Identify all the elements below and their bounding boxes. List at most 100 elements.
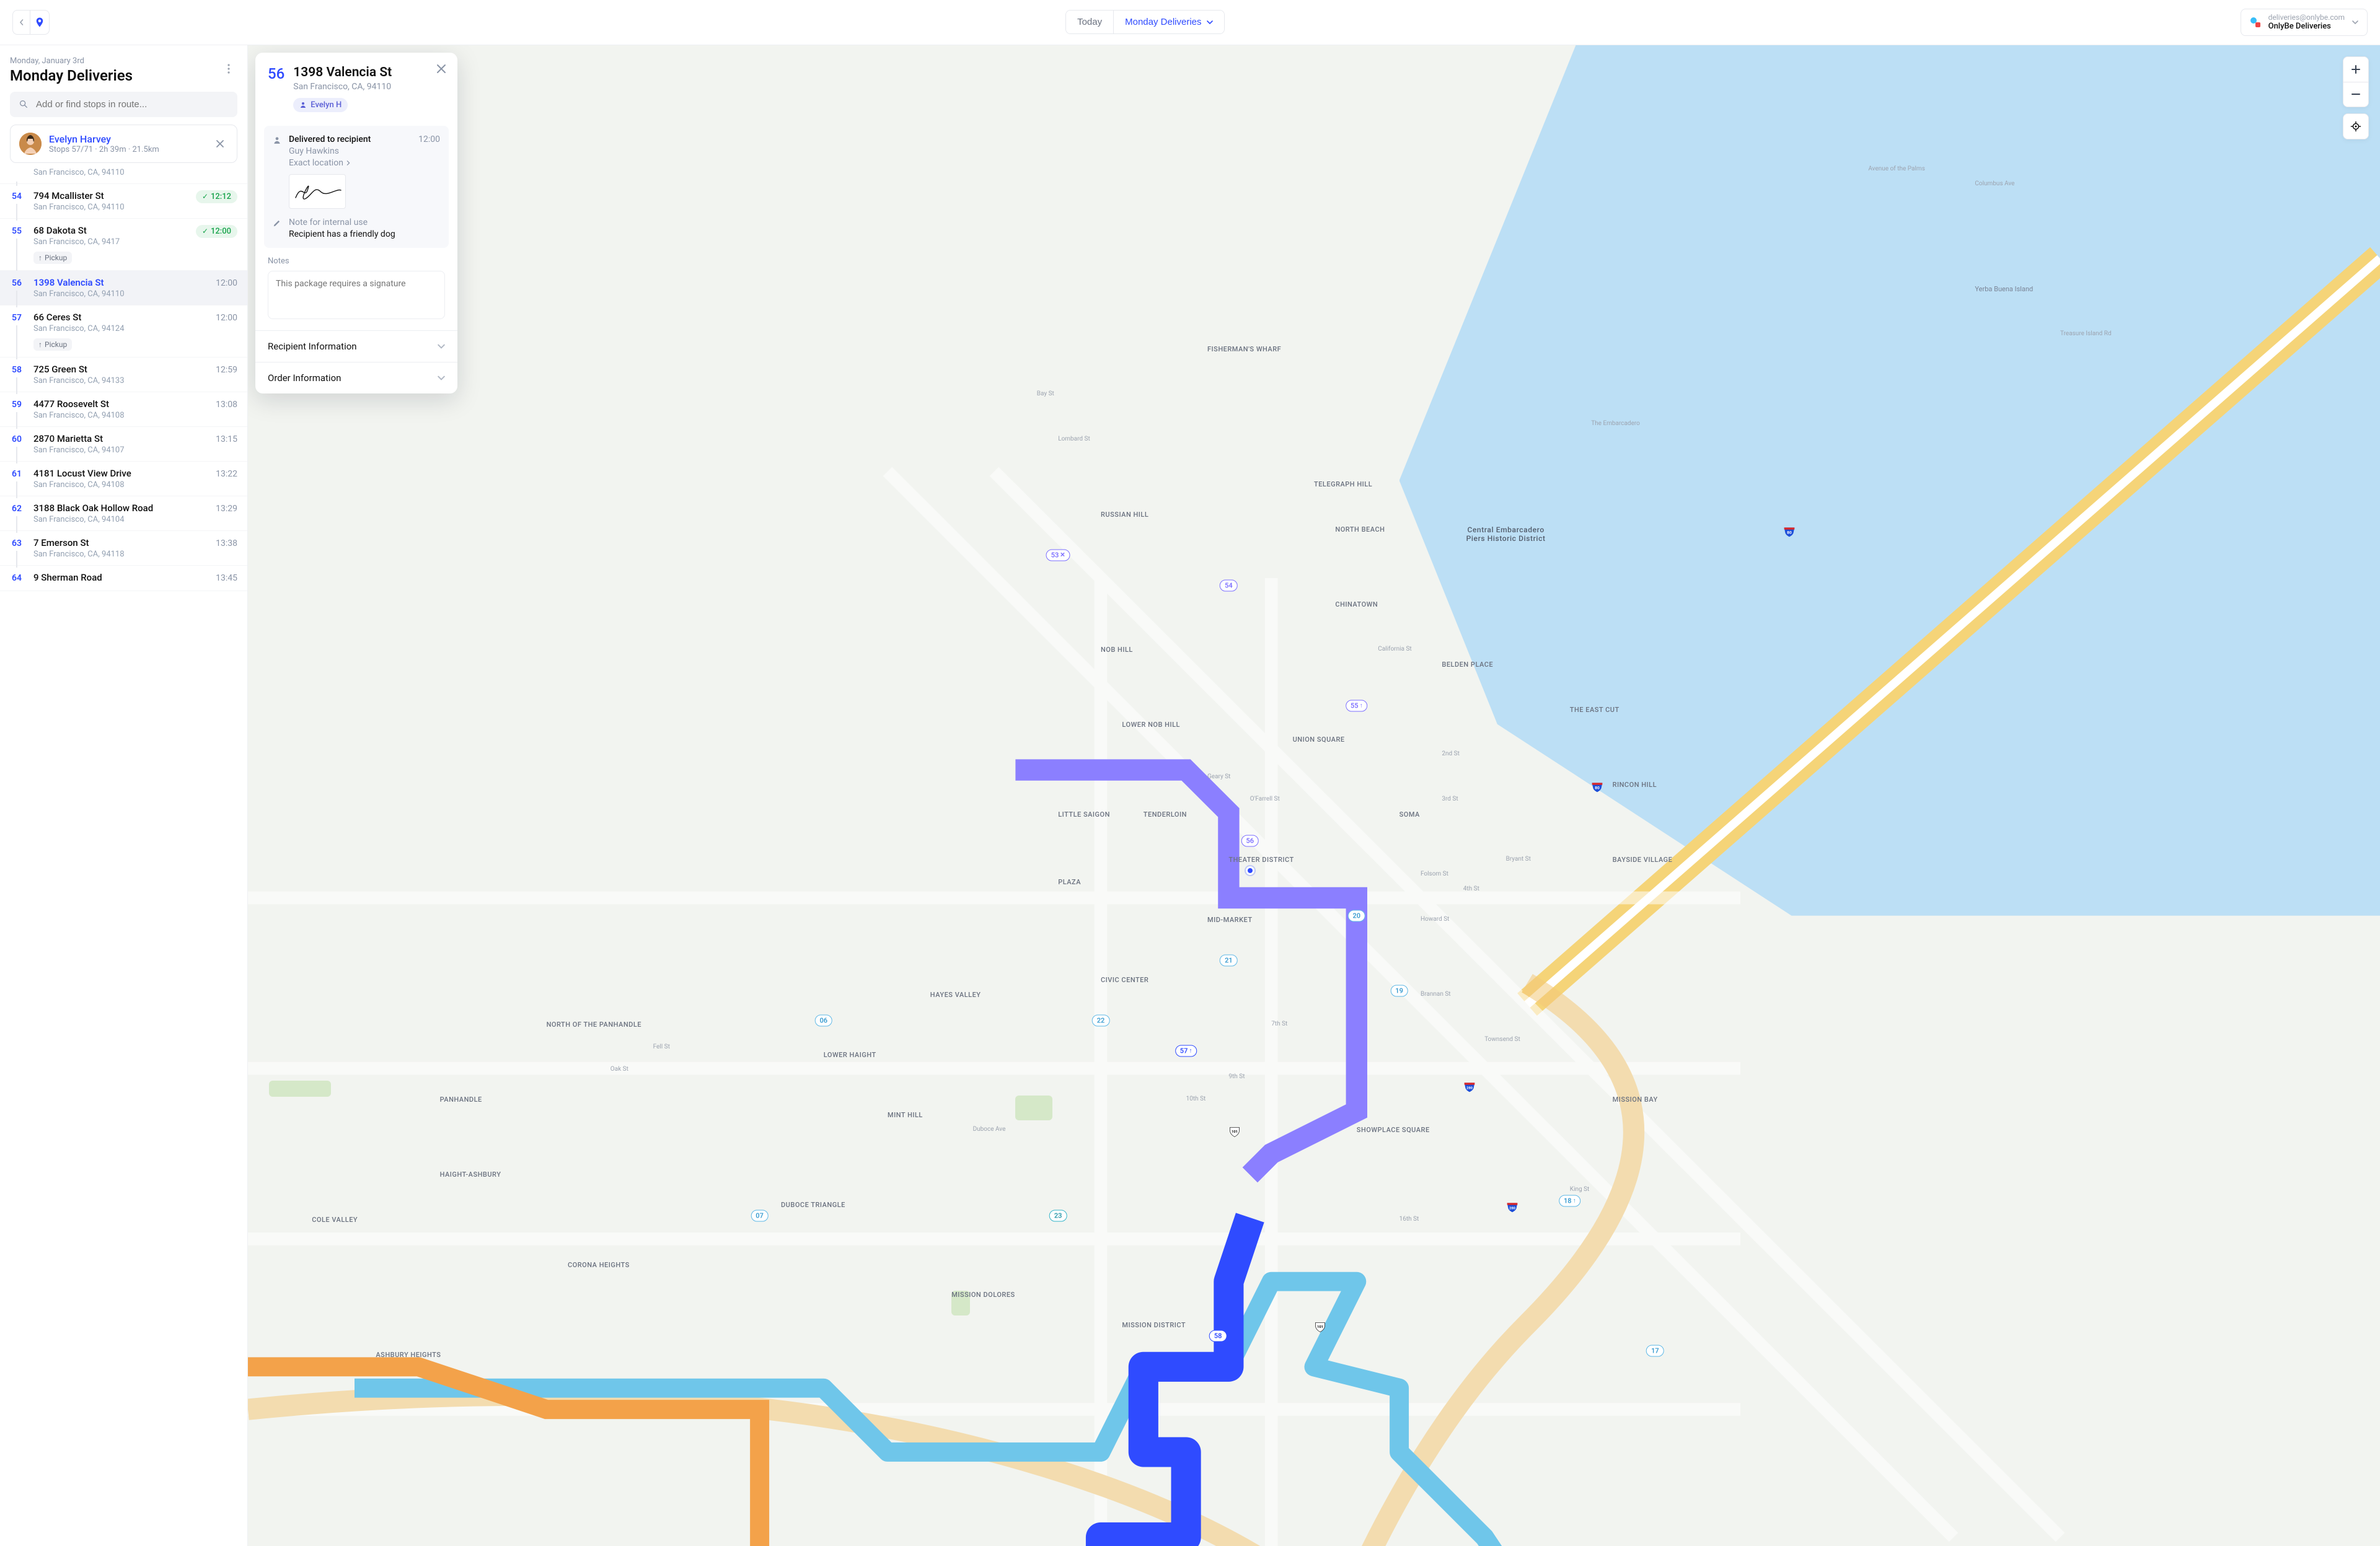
map-neighborhood-label: LITTLE SAIGON <box>1058 810 1110 819</box>
map-stop-marker[interactable]: 53✕ <box>1046 550 1070 561</box>
map-street-label: Lombard St <box>1058 436 1090 442</box>
search-input[interactable] <box>36 99 229 110</box>
map-neighborhood-label: COLE VALLEY <box>312 1216 358 1224</box>
map-street-label: 10th St <box>1186 1096 1206 1102</box>
locate-button[interactable] <box>2343 114 2368 139</box>
map-stop-marker[interactable]: 23 <box>1049 1210 1067 1222</box>
note-label: Note for internal use <box>289 217 440 227</box>
zoom-in-button[interactable] <box>2343 57 2368 82</box>
stop-address: San Francisco, CA, 94108 <box>33 411 208 420</box>
more-menu-button[interactable] <box>220 60 237 77</box>
map-street-label: Brannan St <box>1421 991 1451 998</box>
account-icon <box>2250 17 2261 28</box>
map-street-label: Townsend St <box>1484 1036 1520 1043</box>
stop-row[interactable]: 58725 Green StSan Francisco, CA, 9413312… <box>0 358 247 392</box>
stop-row[interactable]: 637 Emerson StSan Francisco, CA, 9411813… <box>0 531 247 566</box>
route-dropdown[interactable]: Monday Deliveries <box>1113 11 1223 33</box>
map-stop-marker[interactable]: 58 <box>1209 1330 1227 1342</box>
map-street-label: Oak St <box>610 1066 628 1073</box>
map-stop-marker[interactable]: 19 <box>1390 985 1408 996</box>
map-stop-marker[interactable]: 06 <box>815 1015 833 1027</box>
driver-card[interactable]: Evelyn Harvey Stops 57/71 · 2h 39m · 21.… <box>10 125 237 163</box>
search-icon <box>19 99 29 109</box>
clear-driver-button[interactable] <box>212 136 228 152</box>
map-street-label: Columbus Ave <box>1975 180 2014 187</box>
map-neighborhood-label: CIVIC CENTER <box>1101 976 1148 984</box>
route-title: Monday Deliveries <box>10 67 237 84</box>
stop-title: 1398 Valencia St <box>33 277 208 288</box>
map-neighborhood-label: HAYES VALLEY <box>930 991 981 999</box>
map-street-label: Folsom St <box>1421 871 1448 877</box>
stop-title: 3188 Black Oak Hollow Road <box>33 503 208 514</box>
order-info-accordion[interactable]: Order Information <box>255 362 457 393</box>
stop-row[interactable]: 5766 Ceres StSan Francisco, CA, 94124↑ P… <box>0 305 247 358</box>
exact-location-link[interactable]: Exact location <box>289 158 351 168</box>
map-stop-marker[interactable]: 18↑ <box>1559 1195 1581 1206</box>
stop-address: San Francisco, CA, 9417 <box>33 237 188 247</box>
map-street-label: The Embarcadero <box>1591 420 1640 427</box>
map-neighborhood-label: PANHANDLE <box>440 1096 482 1104</box>
recipient-name: Guy Hawkins <box>289 146 440 156</box>
app-logo <box>30 10 50 35</box>
detail-title: 1398 Valencia St <box>293 65 392 80</box>
detail-stop-number: 56 <box>268 65 284 82</box>
driver-chip[interactable]: Evelyn H <box>293 98 348 112</box>
stop-title: 68 Dakota St <box>33 225 188 236</box>
stop-row[interactable]: 561398 Valencia StSan Francisco, CA, 941… <box>0 271 247 305</box>
map-stop-marker[interactable]: 21 <box>1220 955 1238 967</box>
map-street-label: Avenue of the Palms <box>1868 165 1924 172</box>
map-stop-marker[interactable]: 20 <box>1348 910 1366 921</box>
map-neighborhood-label: TENDERLOIN <box>1144 810 1187 819</box>
map-stop-marker[interactable]: 57↑ <box>1175 1045 1197 1056</box>
map-stop-marker[interactable]: 56 <box>1241 835 1259 846</box>
recipient-info-accordion[interactable]: Recipient Information <box>255 331 457 362</box>
route-date: Monday, January 3rd <box>10 56 237 66</box>
svg-text:101: 101 <box>1317 1325 1323 1329</box>
map[interactable]: Yerba Buena Island <box>248 45 2380 1546</box>
map-stop-marker[interactable] <box>1246 866 1254 875</box>
map-neighborhood-label: MISSION BAY <box>1613 1096 1658 1104</box>
map-neighborhood-label: ASHBURY HEIGHTS <box>376 1351 441 1359</box>
map-neighborhood-label: BELDEN PLACE <box>1442 661 1493 669</box>
stop-row[interactable]: 602870 Marietta StSan Francisco, CA, 941… <box>0 427 247 462</box>
map-stop-marker[interactable]: 07 <box>751 1210 769 1222</box>
zoom-out-button[interactable] <box>2343 82 2368 107</box>
stop-number: 58 <box>12 364 22 375</box>
stop-address: San Francisco, CA, 94104 <box>33 515 208 524</box>
stop-time: 13:15 <box>216 433 237 444</box>
stop-address: San Francisco, CA, 94110 <box>33 168 230 177</box>
map-neighborhood-label: NORTH OF THE PANHANDLE <box>547 1021 641 1029</box>
stops-list[interactable]: San Francisco, CA, 94110 54794 Mcallister… <box>0 168 247 1546</box>
stop-row[interactable]: 614181 Locust View DriveSan Francisco, C… <box>0 462 247 496</box>
account-email: deliveries@onlybe.com <box>2268 13 2345 22</box>
stop-row[interactable]: 649 Sherman Road13:45 <box>0 566 247 591</box>
today-button[interactable]: Today <box>1066 11 1113 33</box>
close-detail-button[interactable] <box>434 61 449 76</box>
stop-row[interactable]: 5568 Dakota StSan Francisco, CA, 9417↑ P… <box>0 219 247 271</box>
svg-text:280: 280 <box>1466 1087 1473 1091</box>
map-neighborhood-label: SHOWPLACE SQUARE <box>1357 1126 1430 1134</box>
map-stop-marker[interactable]: 55↑ <box>1346 700 1368 711</box>
map-stop-marker[interactable]: 54 <box>1220 579 1238 591</box>
search-box[interactable] <box>10 92 237 117</box>
stop-row[interactable]: 54794 Mcallister StSan Francisco, CA, 94… <box>0 184 247 219</box>
map-street-label: Fell St <box>653 1043 670 1050</box>
account-menu[interactable]: deliveries@onlybe.com OnlyBe Deliveries <box>2241 9 2368 36</box>
map-stop-marker[interactable]: 22 <box>1092 1015 1110 1027</box>
back-button[interactable] <box>12 10 30 35</box>
map-street-label: California St <box>1378 646 1411 652</box>
map-stop-marker[interactable]: 17 <box>1646 1345 1664 1357</box>
stop-row[interactable]: 594477 Roosevelt StSan Francisco, CA, 94… <box>0 392 247 427</box>
completed-badge: 12:12 <box>196 190 237 203</box>
map-neighborhood-label: LOWER NOB HILL <box>1122 721 1180 729</box>
map-neighborhood-label: MISSION DOLORES <box>951 1291 1015 1299</box>
map-neighborhood-label: BAYSIDE VILLAGE <box>1613 856 1673 864</box>
stop-title: 2870 Marietta St <box>33 433 208 444</box>
notes-textarea[interactable] <box>268 271 445 319</box>
stop-row[interactable]: San Francisco, CA, 94110 <box>0 168 247 184</box>
map-neighborhood-label: RINCON HILL <box>1613 781 1657 789</box>
stop-row[interactable]: 623188 Black Oak Hollow RoadSan Francisc… <box>0 496 247 531</box>
stop-time: 13:22 <box>216 468 237 479</box>
map-neighborhood-label: FISHERMAN'S WHARF <box>1207 345 1281 353</box>
stop-time: 12:00 <box>216 312 237 323</box>
